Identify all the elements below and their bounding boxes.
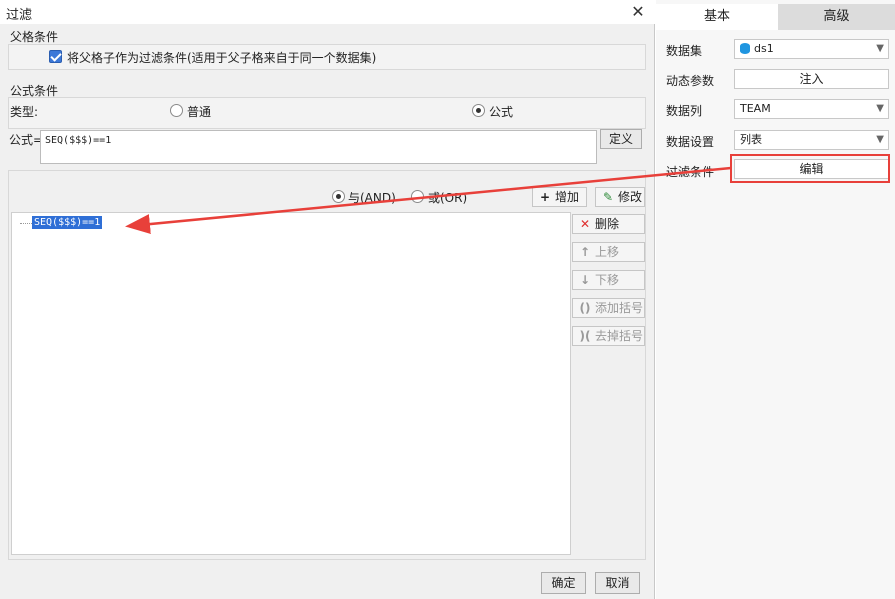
move-down-button-label: 下移 — [595, 273, 620, 287]
tab-advanced[interactable]: 高级 — [778, 4, 895, 30]
chevron-down-icon: ▼ — [876, 43, 884, 54]
ok-button[interactable]: 确定 — [541, 572, 586, 594]
add-button[interactable]: + 增加 — [532, 187, 587, 207]
type-radio-normal-label: 普通 — [187, 105, 212, 119]
add-brackets-button[interactable]: () 添加括号 — [572, 298, 645, 318]
formula-value: SEQ($$$)==1 — [45, 135, 112, 146]
modify-button-label: 修改 — [618, 190, 643, 204]
parent-filter-checkbox-label: 将父格子作为过滤条件(适用于父子格来自于同一个数据集) — [67, 51, 377, 65]
move-down-button[interactable]: ↓ 下移 — [572, 270, 645, 290]
data-column-label: 数据列 — [666, 104, 703, 118]
logic-radio-or-label: 或(OR) — [428, 191, 468, 205]
dataset-label: 数据集 — [666, 44, 703, 58]
dialog-title: 过滤 — [6, 8, 33, 23]
condition-item[interactable]: SEQ($$$)==1 — [32, 216, 103, 229]
delete-button[interactable]: ✕ 删除 — [572, 214, 645, 234]
arrow-down-icon: ↓ — [579, 273, 591, 287]
edit-icon: ✎ — [602, 190, 614, 204]
parent-group-title: 父格条件 — [10, 30, 59, 44]
cancel-button[interactable]: 取消 — [595, 572, 640, 594]
logic-radio-and-label: 与(AND) — [348, 191, 396, 205]
dataset-value: ds1 — [754, 42, 774, 55]
condition-list[interactable]: SEQ($$$)==1 — [11, 212, 571, 555]
data-column-select[interactable]: TEAM ▼ — [734, 99, 889, 119]
brackets-icon: () — [579, 301, 591, 315]
close-icon[interactable]: ✕ — [628, 2, 648, 22]
data-setting-label: 数据设置 — [666, 135, 715, 149]
remove-brackets-button[interactable]: )( 去掉括号 — [572, 326, 645, 346]
property-panel: 基本 高级 数据集 ds1 ▼ 动态参数 注入 数据列 TEAM ▼ 数据设置 列表… — [656, 0, 895, 599]
chevron-down-icon: ▼ — [876, 134, 884, 145]
filter-label: 过滤条件 — [666, 165, 715, 179]
formula-input[interactable]: SEQ($$$)==1 — [40, 130, 597, 164]
title-bar: 过滤 ✕ — [0, 0, 655, 24]
move-up-button[interactable]: ↑ 上移 — [572, 242, 645, 262]
tab-basic[interactable]: 基本 — [656, 4, 778, 30]
modify-button[interactable]: ✎ 修改 — [595, 187, 645, 207]
data-setting-select[interactable]: 列表 ▼ — [734, 130, 889, 150]
type-radio-formula-label: 公式 — [489, 105, 514, 119]
logic-radio-and[interactable] — [332, 190, 345, 203]
delete-icon: ✕ — [579, 217, 591, 231]
parent-filter-checkbox[interactable] — [49, 50, 62, 63]
move-up-button-label: 上移 — [595, 245, 620, 259]
type-radio-normal[interactable] — [170, 104, 183, 117]
delete-button-label: 删除 — [595, 217, 620, 231]
filter-dialog: 过滤 ✕ 父格条件 将父格子作为过滤条件(适用于父子格来自于同一个数据集) 公式… — [0, 0, 655, 599]
add-brackets-button-label: 添加括号 — [595, 301, 644, 315]
data-column-value: TEAM — [740, 102, 771, 115]
formula-label: 公式= — [9, 133, 44, 147]
define-button[interactable]: 定义 — [600, 129, 642, 149]
arrow-up-icon: ↑ — [579, 245, 591, 259]
tree-connector — [20, 223, 32, 224]
type-row-box — [8, 97, 646, 129]
remove-brackets-button-label: 去掉括号 — [595, 329, 644, 343]
add-button-label: 增加 — [555, 190, 580, 204]
logic-radio-or[interactable] — [411, 190, 424, 203]
type-radio-formula[interactable] — [472, 104, 485, 117]
plus-icon: + — [539, 190, 551, 204]
data-setting-value: 列表 — [740, 133, 762, 146]
chevron-down-icon: ▼ — [876, 103, 884, 114]
dataset-select[interactable]: ds1 ▼ — [734, 39, 889, 59]
filter-edit-button[interactable]: 编辑 — [734, 159, 889, 179]
type-label: 类型: — [10, 105, 39, 119]
inject-button[interactable]: 注入 — [734, 69, 889, 89]
dynamic-param-label: 动态参数 — [666, 74, 715, 88]
database-icon — [740, 43, 750, 54]
remove-brackets-icon: )( — [579, 329, 591, 343]
